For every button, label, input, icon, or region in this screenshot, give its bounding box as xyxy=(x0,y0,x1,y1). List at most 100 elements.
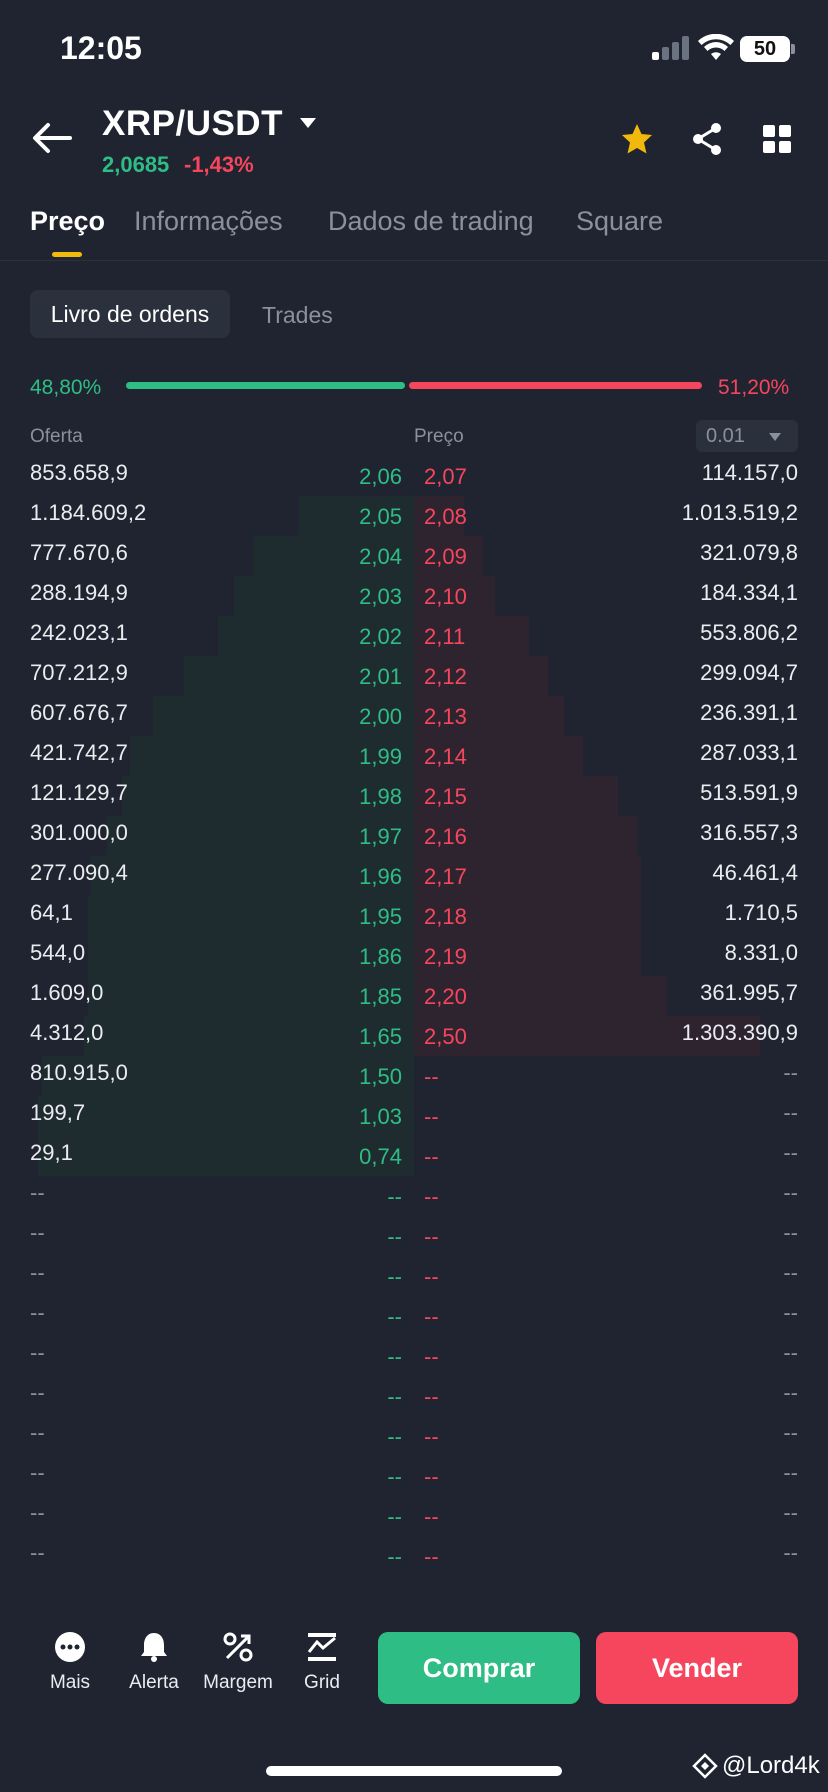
ask-price: -- xyxy=(424,1184,439,1209)
order-book-row[interactable]: -- -- -- -- xyxy=(0,1296,828,1336)
bid-price: 1,97 xyxy=(359,824,402,849)
bid-quantity: -- xyxy=(30,1380,45,1405)
order-book-row[interactable]: 777.670,6 2,04 2,09 321.079,8 xyxy=(0,536,828,576)
order-book-row[interactable]: 64,1 1,95 2,18 1.710,5 xyxy=(0,896,828,936)
bid-quantity: -- xyxy=(30,1220,45,1245)
ask-quantity: -- xyxy=(783,1380,798,1405)
bid-quantity: -- xyxy=(30,1500,45,1525)
ask-ratio-bar xyxy=(409,382,702,389)
chevron-down-icon[interactable] xyxy=(768,432,782,442)
order-book-row[interactable]: -- -- -- -- xyxy=(0,1216,828,1256)
bid-price: -- xyxy=(387,1224,402,1249)
order-book-row[interactable]: 277.090,4 1,96 2,17 46.461,4 xyxy=(0,856,828,896)
chevron-down-icon[interactable] xyxy=(298,116,318,130)
watermark: @Lord4k xyxy=(692,1752,820,1780)
nav-label: Grid xyxy=(304,1672,340,1693)
bid-quantity: -- xyxy=(30,1420,45,1445)
ask-price: 2,18 xyxy=(424,904,467,929)
price-column-header: Preço xyxy=(414,426,464,447)
ask-price: 2,08 xyxy=(424,504,467,529)
pair-title[interactable]: XRP/USDT xyxy=(102,104,283,144)
ask-quantity: -- xyxy=(783,1060,798,1085)
tabs-divider xyxy=(0,260,828,261)
segment-trades[interactable]: Trades xyxy=(262,302,333,329)
order-book-row[interactable]: -- -- -- -- xyxy=(0,1416,828,1456)
ask-price: 2,20 xyxy=(424,984,467,1009)
order-book-row[interactable]: -- -- -- -- xyxy=(0,1536,828,1576)
ask-price: -- xyxy=(424,1304,439,1329)
order-book-row[interactable]: 544,0 1,86 2,19 8.331,0 xyxy=(0,936,828,976)
tab-underline xyxy=(52,252,82,257)
order-book-row[interactable]: -- -- -- -- xyxy=(0,1496,828,1536)
bid-ratio-bar xyxy=(126,382,405,389)
bid-quantity: 1.184.609,2 xyxy=(30,500,147,525)
order-book-row[interactable]: -- -- -- -- xyxy=(0,1256,828,1296)
bid-quantity: 1.609,0 xyxy=(30,980,104,1005)
ask-quantity: 287.033,1 xyxy=(700,740,798,765)
nav-label: Margem xyxy=(203,1672,273,1693)
order-book-row[interactable]: 421.742,7 1,99 2,14 287.033,1 xyxy=(0,736,828,776)
order-book-row[interactable]: 707.212,9 2,01 2,12 299.094,7 xyxy=(0,656,828,696)
order-book-row[interactable]: 4.312,0 1,65 2,50 1.303.390,9 xyxy=(0,1016,828,1056)
bid-depth-bar xyxy=(38,1096,414,1136)
order-book-row[interactable]: -- -- -- -- xyxy=(0,1336,828,1376)
order-book-row[interactable]: -- -- -- -- xyxy=(0,1376,828,1416)
tab-price[interactable]: Preço xyxy=(30,206,105,237)
percent-icon xyxy=(223,1632,253,1662)
order-book-row[interactable]: 242.023,1 2,02 2,11 553.806,2 xyxy=(0,616,828,656)
tab-trading-data[interactable]: Dados de trading xyxy=(328,206,534,237)
bid-price: 2,01 xyxy=(359,664,402,689)
sell-button[interactable]: Vender xyxy=(596,1632,798,1704)
ask-price: 2,11 xyxy=(424,624,466,649)
bid-price: 2,06 xyxy=(359,464,402,489)
ask-price: -- xyxy=(424,1544,439,1569)
order-book-row[interactable]: 853.658,9 2,06 2,07 114.157,0 xyxy=(0,456,828,496)
bid-quantity: 29,1 xyxy=(30,1140,73,1165)
precision-select[interactable]: 0.01 xyxy=(696,420,798,452)
ask-quantity: 361.995,7 xyxy=(700,980,798,1005)
tab-square[interactable]: Square xyxy=(576,206,663,237)
buy-button[interactable]: Comprar xyxy=(378,1632,580,1704)
ask-price: -- xyxy=(424,1424,439,1449)
star-icon[interactable] xyxy=(620,122,654,156)
order-book-row[interactable]: 121.129,7 1,98 2,15 513.591,9 xyxy=(0,776,828,816)
order-book-row[interactable]: 607.676,7 2,00 2,13 236.391,1 xyxy=(0,696,828,736)
bid-quantity: 853.658,9 xyxy=(30,460,128,485)
ask-quantity: 46.461,4 xyxy=(712,860,798,885)
status-time: 12:05 xyxy=(60,30,142,66)
ask-quantity: -- xyxy=(783,1500,798,1525)
nav-margin[interactable]: Margem xyxy=(198,1630,278,1694)
ask-price: 2,15 xyxy=(424,784,467,809)
bid-quantity: -- xyxy=(30,1460,45,1485)
bid-quantity: 421.742,7 xyxy=(30,740,128,765)
bid-quantity: -- xyxy=(30,1340,45,1365)
segment-order-book[interactable]: Livro de ordens xyxy=(30,290,230,338)
bid-price: -- xyxy=(387,1504,402,1529)
share-icon[interactable] xyxy=(690,122,724,156)
order-book-row[interactable]: 288.194,9 2,03 2,10 184.334,1 xyxy=(0,576,828,616)
order-book-row[interactable]: -- -- -- -- xyxy=(0,1456,828,1496)
ask-quantity: -- xyxy=(783,1540,798,1565)
order-book-row[interactable]: 199,7 1,03 -- -- xyxy=(0,1096,828,1136)
ask-price: -- xyxy=(424,1384,439,1409)
order-book-row[interactable]: 1.184.609,2 2,05 2,08 1.013.519,2 xyxy=(0,496,828,536)
order-book-row[interactable]: 29,1 0,74 -- -- xyxy=(0,1136,828,1176)
home-indicator[interactable] xyxy=(266,1766,562,1776)
tab-info[interactable]: Informações xyxy=(134,206,283,237)
nav-alert[interactable]: Alerta xyxy=(114,1630,194,1694)
bid-depth-bar xyxy=(38,1136,414,1176)
bid-quantity: 707.212,9 xyxy=(30,660,128,685)
order-book-row[interactable]: 301.000,0 1,97 2,16 316.557,3 xyxy=(0,816,828,856)
nav-more[interactable]: Mais xyxy=(30,1630,110,1694)
back-arrow-icon[interactable] xyxy=(30,120,72,156)
bid-quantity: 607.676,7 xyxy=(30,700,128,725)
order-book-row[interactable]: 1.609,0 1,85 2,20 361.995,7 xyxy=(0,976,828,1016)
layout-grid-icon[interactable] xyxy=(762,124,792,154)
order-book-row[interactable]: -- -- -- -- xyxy=(0,1176,828,1216)
ask-price: -- xyxy=(424,1504,439,1529)
order-book-row[interactable]: 810.915,0 1,50 -- -- xyxy=(0,1056,828,1096)
battery-cap xyxy=(791,44,795,54)
nav-grid[interactable]: Grid xyxy=(282,1630,362,1694)
bid-quantity: -- xyxy=(30,1540,45,1565)
bid-quantity: -- xyxy=(30,1260,45,1285)
